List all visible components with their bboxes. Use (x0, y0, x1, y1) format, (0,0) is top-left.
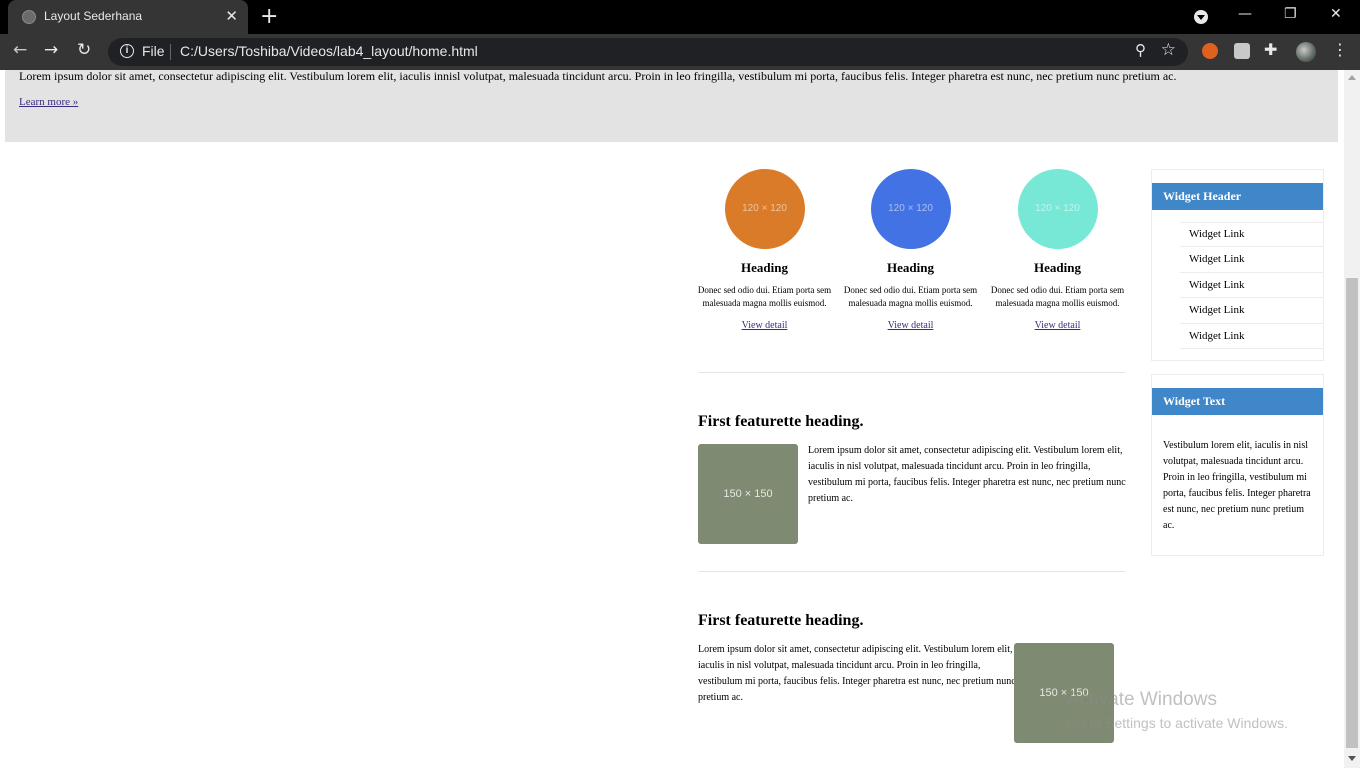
learn-more-link[interactable]: Learn more » (19, 96, 78, 108)
profile-avatar[interactable] (1296, 42, 1316, 62)
feature-column: 120 × 120 Heading Donec sed odio dui. Et… (837, 169, 984, 333)
info-icon[interactable]: i (120, 44, 134, 58)
extensions-puzzle-icon[interactable]: ✚ (1264, 40, 1277, 59)
column-heading: Heading (887, 260, 934, 275)
scheme-label: File (142, 43, 165, 59)
view-detail-link[interactable]: View detail (742, 320, 788, 331)
featurette-image: 150 × 150 (698, 444, 798, 544)
address-divider (170, 44, 171, 60)
activation-watermark: Activate Windows Go to Settings to activ… (1067, 689, 1288, 731)
widget-link[interactable]: Widget Link (1180, 222, 1323, 248)
url-text[interactable]: C:/Users/Toshiba/Videos/lab4_layout/home… (180, 43, 478, 59)
view-detail-link[interactable]: View detail (1035, 320, 1081, 331)
tab-title: Layout Sederhana (44, 9, 143, 23)
extension-fire-icon[interactable] (1202, 43, 1218, 59)
widget-link[interactable]: Widget Link (1180, 324, 1323, 349)
column-text: Donec sed odio dui. Etiam porta sem male… (843, 285, 978, 308)
placeholder-circle: 120 × 120 (1017, 169, 1098, 249)
restore-icon[interactable]: ❐ (1284, 6, 1297, 22)
column-heading: Heading (741, 260, 788, 275)
widget-link[interactable]: Widget Link (1180, 247, 1323, 273)
widget-link-list: Widget Link Widget Link Widget Link Widg… (1180, 222, 1323, 349)
scrollbar-thumb[interactable] (1346, 278, 1358, 748)
browser-tab[interactable]: Layout Sederhana ✕ (8, 0, 248, 34)
forward-icon[interactable]: → (44, 40, 58, 60)
feature-column: 120 × 120 Heading Donec sed odio dui. Et… (984, 169, 1131, 333)
zoom-icon[interactable]: ⚲ (1135, 41, 1146, 59)
column-heading: Heading (1034, 260, 1081, 275)
featurette-heading: First featurette heading. (698, 612, 864, 629)
feature-column: 120 × 120 Heading Donec sed odio dui. Et… (691, 169, 838, 333)
close-tab-icon[interactable]: ✕ (225, 7, 238, 25)
reload-icon[interactable]: ↻ (77, 40, 91, 60)
widget-text: Widget Text Vestibulum lorem elit, iacul… (1151, 374, 1324, 556)
placeholder-circle: 120 × 120 (870, 169, 951, 249)
widget-links: Widget Header Widget Link Widget Link Wi… (1151, 169, 1324, 361)
back-icon[interactable]: ← (13, 40, 27, 60)
page-scrollbar[interactable] (1344, 70, 1360, 768)
bookmark-star-icon[interactable]: ☆ (1161, 40, 1176, 60)
address-bar[interactable]: i File C:/Users/Toshiba/Videos/lab4_layo… (108, 38, 1188, 66)
divider (698, 372, 1125, 373)
widget-text-body: Vestibulum lorem elit, iaculis in nisl v… (1163, 440, 1311, 531)
browser-titlebar: Layout Sederhana ✕ + — ❐ ✕ (0, 0, 1360, 34)
watermark-title: Activate Windows (1067, 689, 1217, 710)
widget-text-header: Widget Text (1152, 388, 1323, 415)
view-detail-link[interactable]: View detail (888, 320, 934, 331)
jumbotron: Lorem ipsum dolor sit amet, consectetur … (5, 70, 1338, 142)
tab-search-icon[interactable] (1194, 10, 1208, 24)
jumbotron-text: Lorem ipsum dolor sit amet, consectetur … (19, 70, 1177, 83)
column-text: Donec sed odio dui. Etiam porta sem male… (697, 285, 832, 308)
divider (698, 571, 1125, 572)
browser-toolbar: ← → ↻ i File C:/Users/Toshiba/Videos/lab… (0, 34, 1360, 70)
featurette-heading: First featurette heading. (698, 413, 864, 430)
window-close-icon[interactable]: ✕ (1330, 6, 1342, 22)
scroll-down-icon[interactable] (1348, 756, 1356, 761)
new-tab-button[interactable]: + (260, 4, 278, 29)
widget-header: Widget Header (1152, 183, 1323, 210)
widget-link[interactable]: Widget Link (1180, 298, 1323, 324)
featurette-text: Lorem ipsum dolor sit amet, consectetur … (698, 644, 1016, 703)
menu-kebab-icon[interactable]: ⋮ (1332, 40, 1348, 59)
extension-tab-icon[interactable] (1234, 43, 1250, 59)
minimize-icon[interactable]: — (1238, 6, 1252, 22)
watermark-subtitle: Go to Settings to activate Windows. (1067, 715, 1288, 731)
globe-icon (22, 10, 36, 24)
page-viewport: Lorem ipsum dolor sit amet, consectetur … (0, 70, 1344, 768)
scroll-up-icon[interactable] (1348, 75, 1356, 80)
featurette-text: Lorem ipsum dolor sit amet, consectetur … (808, 445, 1126, 504)
widget-link[interactable]: Widget Link (1180, 273, 1323, 299)
column-text: Donec sed odio dui. Etiam porta sem male… (990, 285, 1125, 308)
placeholder-circle: 120 × 120 (724, 169, 805, 249)
